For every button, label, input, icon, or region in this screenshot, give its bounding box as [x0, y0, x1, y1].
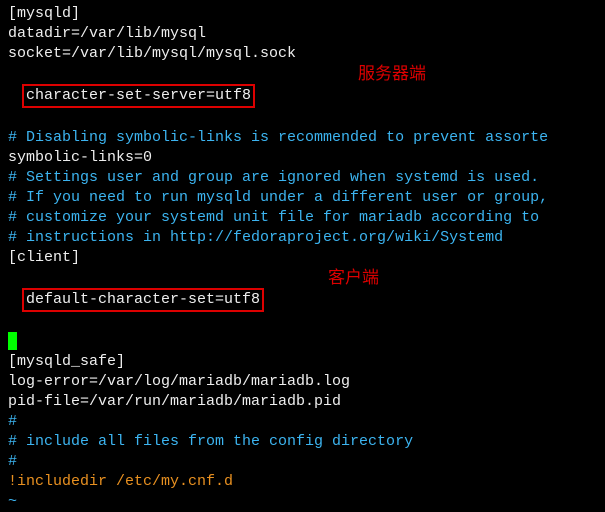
annotation-client: 客户端: [328, 268, 379, 288]
config-line-comment-symlinks: # Disabling symbolic-links is recommende…: [8, 128, 597, 148]
config-line-mysqld-safe-section: [mysqld_safe]: [8, 352, 597, 372]
config-line-charset-server: character-set-server=utf8 服务器端: [8, 64, 597, 128]
config-line-comment-mysqld-user: # If you need to run mysqld under a diff…: [8, 188, 597, 208]
config-line-comment-settings: # Settings user and group are ignored wh…: [8, 168, 597, 188]
highlight-box-server: character-set-server=utf8: [22, 84, 255, 108]
config-line-mysqld-section: [mysqld]: [8, 4, 597, 24]
config-line-cursor: [8, 332, 597, 352]
config-line-pid-file: pid-file=/var/run/mariadb/mariadb.pid: [8, 392, 597, 412]
cursor-icon: [8, 332, 17, 350]
config-line-comment-hash1: #: [8, 412, 597, 432]
config-line-comment-include: # include all files from the config dire…: [8, 432, 597, 452]
vim-tilde-line: ~: [8, 492, 597, 512]
config-line-comment-customize: # customize your systemd unit file for m…: [8, 208, 597, 228]
annotation-server: 服务器端: [358, 64, 426, 84]
config-line-includedir: !includedir /etc/my.cnf.d: [8, 472, 597, 492]
config-line-default-charset: default-character-set=utf8 客户端: [8, 268, 597, 332]
config-line-comment-hash2: #: [8, 452, 597, 472]
config-line-socket: socket=/var/lib/mysql/mysql.sock: [8, 44, 597, 64]
config-line-comment-instructions: # instructions in http://fedoraproject.o…: [8, 228, 597, 248]
highlight-box-client: default-character-set=utf8: [22, 288, 264, 312]
config-line-client-section: [client]: [8, 248, 597, 268]
config-line-symlinks: symbolic-links=0: [8, 148, 597, 168]
config-line-datadir: datadir=/var/lib/mysql: [8, 24, 597, 44]
config-line-log-error: log-error=/var/log/mariadb/mariadb.log: [8, 372, 597, 392]
